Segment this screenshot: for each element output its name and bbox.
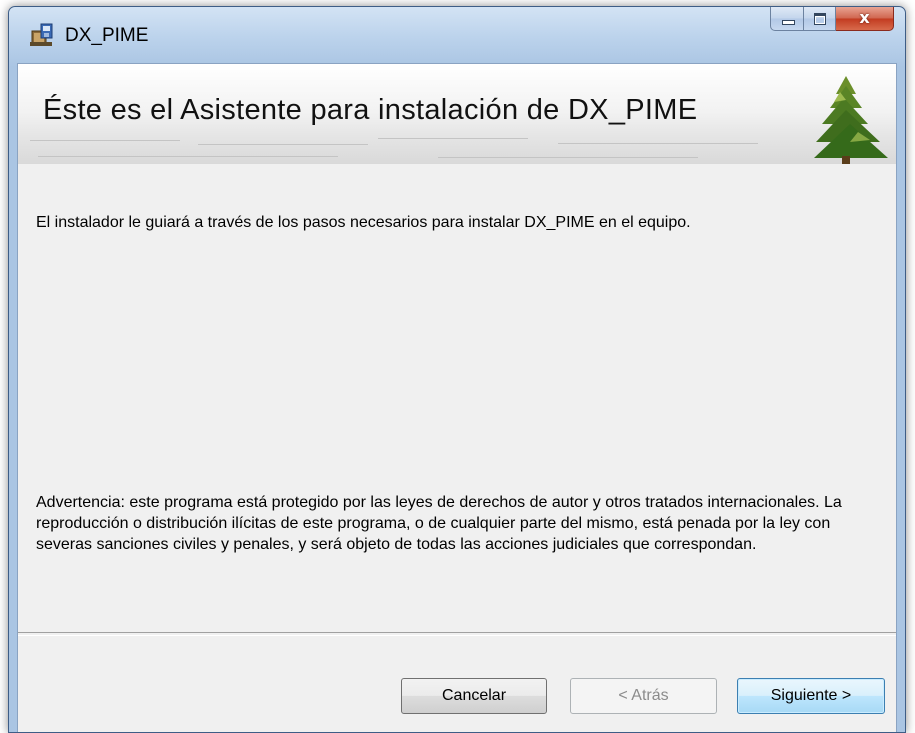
window-title: DX_PIME xyxy=(65,25,149,46)
installer-window: DX_PIME x Éste es el Asistente para inst… xyxy=(8,6,906,733)
banner-decor-line xyxy=(38,156,338,157)
pine-tree-logo-icon xyxy=(814,76,888,164)
banner-decor-line xyxy=(438,157,698,158)
banner-decor-line xyxy=(378,138,528,139)
maximize-button[interactable] xyxy=(804,7,836,31)
wizard-heading: Éste es el Asistente para instalación de… xyxy=(43,94,698,126)
next-button[interactable]: Siguiente > xyxy=(737,678,885,714)
banner-decor-line xyxy=(198,144,368,145)
banner-decor-line xyxy=(30,140,180,141)
wizard-client-area: Éste es el Asistente para instalación de… xyxy=(17,63,897,732)
title-bar[interactable]: DX_PIME x xyxy=(9,7,905,63)
maximize-icon xyxy=(814,13,826,25)
minimize-icon xyxy=(782,20,795,25)
minimize-button[interactable] xyxy=(770,7,804,31)
close-button[interactable]: x xyxy=(836,7,894,31)
intro-text: El instalador le guiará a través de los … xyxy=(36,214,691,231)
installer-package-icon xyxy=(30,23,53,46)
copyright-warning-text: Advertencia: este programa está protegid… xyxy=(36,494,842,553)
close-icon: x xyxy=(859,8,870,27)
back-button: < Atrás xyxy=(570,678,717,714)
banner-decor-line xyxy=(558,143,758,144)
cancel-button[interactable]: Cancelar xyxy=(401,678,547,714)
caption-buttons: x xyxy=(770,7,894,34)
wizard-banner: Éste es el Asistente para instalación de… xyxy=(18,64,896,164)
footer-divider xyxy=(18,632,896,636)
